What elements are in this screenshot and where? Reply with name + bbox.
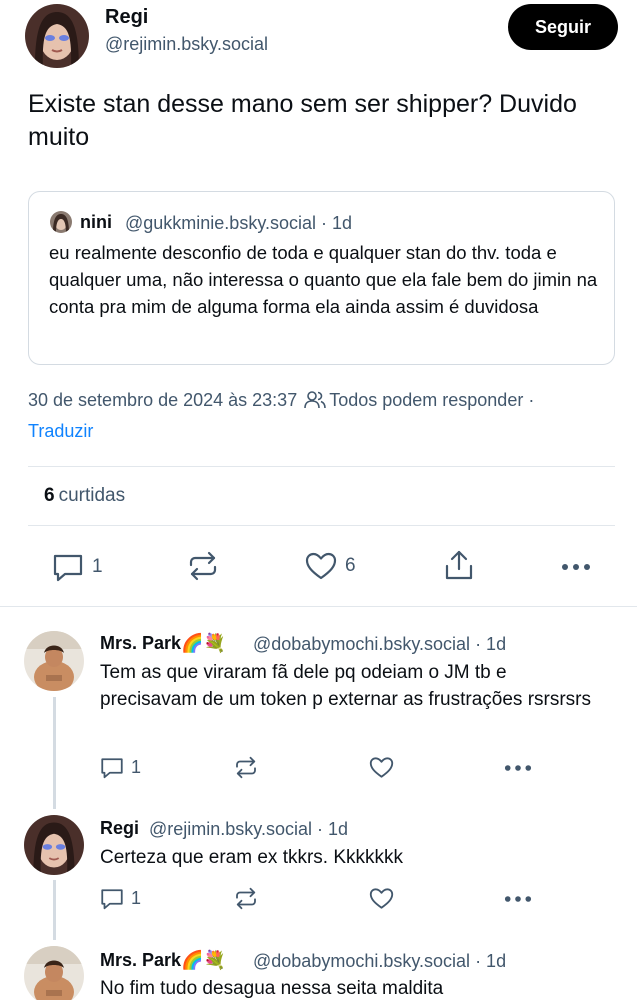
repost-icon	[236, 756, 256, 779]
divider	[28, 525, 615, 526]
reply-age: · 1d	[475, 634, 507, 654]
likes-count: 6	[44, 485, 55, 506]
reply-icon	[53, 554, 83, 582]
share-button[interactable]	[444, 549, 474, 581]
reply-repost-button[interactable]	[234, 887, 258, 910]
people-icon	[304, 391, 327, 409]
quoted-author-avatar	[50, 211, 72, 233]
reply-author-meta: @dobabymochi.bsky.social · 1d	[253, 634, 506, 655]
reply-author-name[interactable]: Regi	[100, 818, 139, 839]
reply-text: No fim tudo desagua nessa seita maldita	[100, 978, 444, 999]
author-handle[interactable]: @rejimin.bsky.social	[105, 34, 268, 55]
reply-icon	[101, 889, 123, 910]
post-timestamp: 30 de setembro de 2024 às 23:37	[28, 390, 298, 410]
reply-more-button[interactable]	[504, 895, 532, 903]
reply-setting[interactable]: Todos podem responder ·	[329, 390, 534, 410]
author-avatar[interactable]	[25, 4, 89, 68]
reply-more-button[interactable]	[504, 764, 532, 772]
reply-reply-count: 1	[131, 757, 142, 777]
quoted-post-card[interactable]: nini @gukkminie.bsky.social · 1d eu real…	[28, 191, 615, 365]
more-icon	[504, 896, 532, 902]
quoted-author-name: nini	[80, 212, 112, 232]
more-icon	[504, 765, 532, 771]
quoted-post-text: eu realmente desconfio de toda e qualque…	[49, 242, 598, 317]
follow-button[interactable]: Seguir	[508, 4, 618, 50]
reply-reply-button[interactable]: 1	[100, 756, 141, 779]
reply-author-handle[interactable]: @dobabymochi.bsky.social	[253, 634, 470, 654]
reply-count: 1	[92, 556, 103, 577]
reply-age: · 1d	[317, 819, 349, 839]
reply-like-button[interactable]	[369, 887, 394, 910]
thread-line	[53, 880, 56, 940]
reply-text: Tem as que viraram fã dele pq odeiam o J…	[100, 662, 592, 710]
like-icon	[369, 888, 394, 909]
reply-reply-button[interactable]: 1	[100, 887, 141, 910]
reply-avatar[interactable]	[24, 815, 84, 875]
post-meta-row: 30 de setembro de 2024 às 23:37 Todos po…	[28, 390, 534, 411]
reply-author-meta: @dobabymochi.bsky.social · 1d	[253, 951, 506, 972]
like-button[interactable]: 6	[305, 551, 356, 581]
like-count: 6	[345, 555, 356, 576]
post-text: Existe stan desse mano sem ser shipper? …	[28, 90, 577, 151]
likes-label: curtidas	[58, 485, 126, 506]
quoted-author-handle: @gukkminie.bsky.social	[125, 213, 317, 233]
reply-avatar[interactable]	[24, 946, 84, 1000]
quoted-post-age: · 1d	[321, 213, 353, 233]
reply-author-meta: @rejimin.bsky.social · 1d	[149, 819, 348, 840]
more-options-button[interactable]	[561, 563, 591, 571]
reply-button[interactable]: 1	[52, 552, 103, 582]
reply-author-handle[interactable]: @rejimin.bsky.social	[149, 819, 312, 839]
quoted-author-meta: @gukkminie.bsky.social · 1d	[125, 213, 352, 234]
divider	[28, 466, 615, 467]
more-icon	[562, 564, 590, 570]
reply-avatar[interactable]	[24, 631, 84, 691]
section-divider	[0, 606, 637, 607]
thread-line	[53, 697, 56, 809]
translate-link[interactable]: Traduzir	[28, 421, 93, 442]
repost-icon	[189, 551, 217, 581]
like-icon	[305, 552, 337, 580]
like-icon	[369, 757, 394, 778]
reply-age: · 1d	[475, 951, 507, 971]
repost-button[interactable]	[187, 551, 219, 581]
share-icon	[445, 550, 473, 580]
author-display-name[interactable]: Regi	[105, 6, 148, 29]
reply-repost-button[interactable]	[234, 756, 258, 779]
reply-author-handle[interactable]: @dobabymochi.bsky.social	[253, 951, 470, 971]
reply-text: Certeza que eram ex tkkrs. Kkkkkkk	[100, 847, 404, 868]
reply-author-name[interactable]: Mrs. Park🌈💐	[100, 950, 226, 971]
reply-icon	[101, 758, 123, 779]
reply-reply-count: 1	[131, 888, 142, 908]
reply-author-name[interactable]: Mrs. Park🌈💐	[100, 633, 226, 654]
repost-icon	[236, 887, 256, 910]
reply-like-button[interactable]	[369, 756, 394, 779]
likes-summary[interactable]: 6 curtidas	[44, 485, 125, 507]
